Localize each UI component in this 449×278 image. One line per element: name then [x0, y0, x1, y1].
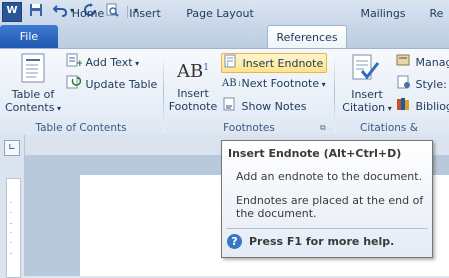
dialog-launcher-icon[interactable]: ⧉ — [320, 123, 326, 133]
group-label-footnotes: Footnotes — [164, 121, 334, 135]
insert-footnote-label: Insert Footnote — [167, 87, 219, 113]
word-app-icon[interactable]: W — [2, 2, 22, 22]
table-of-contents-icon — [20, 53, 62, 86]
insert-endnote-label: Insert Endnote — [243, 57, 324, 70]
bibliography-icon — [396, 97, 412, 117]
tooltip-description: Add an endnote to the document. — [236, 170, 426, 183]
insert-citation-line1: Insert — [340, 88, 394, 101]
chevron-down-icon: ▾ — [133, 59, 140, 68]
insert-footnote-button[interactable]: AB1 Insert Footnote — [167, 53, 219, 119]
footnote-ab-icon: AB1 — [177, 53, 219, 81]
insert-footnote-line1: Insert — [167, 87, 219, 100]
save-icon[interactable] — [28, 3, 44, 19]
toc-label-line1: Table of — [4, 88, 62, 101]
ab-superscript: 1 — [203, 63, 209, 73]
style-icon — [396, 75, 412, 95]
tooltip-description-2: Endnotes are placed at the end of the do… — [236, 194, 426, 220]
tab-review[interactable]: Re — [424, 4, 449, 24]
tab-home[interactable]: Home — [66, 4, 110, 24]
manage-sources-button[interactable]: Manag — [396, 53, 449, 71]
ribbon: Table of Contents ▾ + Add Text ▾ Update … — [0, 48, 449, 136]
manage-sources-icon — [396, 53, 412, 73]
add-text-icon: + — [66, 53, 82, 73]
tooltip-title: Insert Endnote (Alt+Ctrl+D) — [228, 147, 401, 160]
insert-citation-label: Insert Citation ▾ — [340, 88, 394, 115]
ruler-ticks: ··-··- — [10, 199, 12, 259]
ab-glyph: AB — [177, 61, 203, 82]
next-footnote-button[interactable]: AB↓ Next Footnote ▾ — [222, 75, 326, 93]
show-notes-button[interactable]: Show Notes — [222, 97, 306, 115]
next-footnote-label: Next Footnote — [242, 77, 320, 90]
group-label-table-of-contents: Table of Contents — [0, 121, 162, 135]
insert-endnote-button[interactable]: i Insert Endnote — [221, 53, 327, 73]
group-label-citations: Citations & Biblic — [336, 121, 449, 135]
ribbon-tab-bar — [0, 24, 449, 48]
insert-endnote-icon: i — [223, 54, 239, 74]
chevron-down-icon: ▾ — [54, 104, 61, 113]
show-notes-icon — [222, 97, 238, 117]
tab-mailings[interactable]: Mailings — [352, 4, 414, 24]
tab-file[interactable]: File — [0, 25, 58, 48]
next-footnote-icon: AB↓ — [222, 75, 238, 93]
table-of-contents-label: Table of Contents ▾ — [4, 88, 62, 115]
citation-style-select[interactable]: Style: I — [396, 75, 449, 93]
style-label: Style: — [416, 78, 447, 91]
bibliography-label: Bibliog — [416, 100, 449, 113]
add-text-button[interactable]: + Add Text ▾ — [66, 53, 139, 71]
tab-page-layout[interactable]: Page Layout — [182, 4, 258, 24]
tab-selector-icon[interactable]: ∟ — [4, 140, 20, 156]
insert-citation-button[interactable]: Insert Citation ▾ — [340, 53, 394, 119]
table-of-contents-button[interactable]: Table of Contents ▾ — [4, 53, 62, 119]
chevron-down-icon: ▾ — [385, 104, 392, 113]
tooltip-help-text: Press F1 for more help. — [249, 235, 394, 248]
help-icon: ? — [227, 234, 242, 249]
manage-sources-label: Manag — [416, 56, 449, 69]
insert-footnote-line2: Footnote — [167, 100, 219, 113]
update-table-icon — [66, 75, 82, 95]
toc-label-line2: Contents — [5, 101, 54, 114]
add-text-label: Add Text — [86, 56, 133, 69]
group-separator — [334, 53, 335, 133]
tab-references[interactable]: References — [267, 25, 347, 49]
svg-text:+: + — [76, 59, 82, 67]
insert-citation-line2: Citation — [342, 101, 385, 114]
tab-insert[interactable]: Insert — [122, 4, 168, 24]
bibliography-button[interactable]: Bibliog — [396, 97, 449, 115]
insert-endnote-tooltip: Insert Endnote (Alt+Ctrl+D) Add an endno… — [221, 140, 433, 258]
update-table-button[interactable]: Update Table — [66, 75, 157, 93]
chevron-down-icon: ▾ — [319, 80, 326, 89]
update-table-label: Update Table — [86, 78, 158, 91]
tooltip-separator — [226, 228, 428, 229]
insert-citation-icon — [350, 53, 394, 86]
vertical-ruler[interactable]: ··-··- — [6, 178, 21, 278]
show-notes-label: Show Notes — [242, 100, 307, 113]
